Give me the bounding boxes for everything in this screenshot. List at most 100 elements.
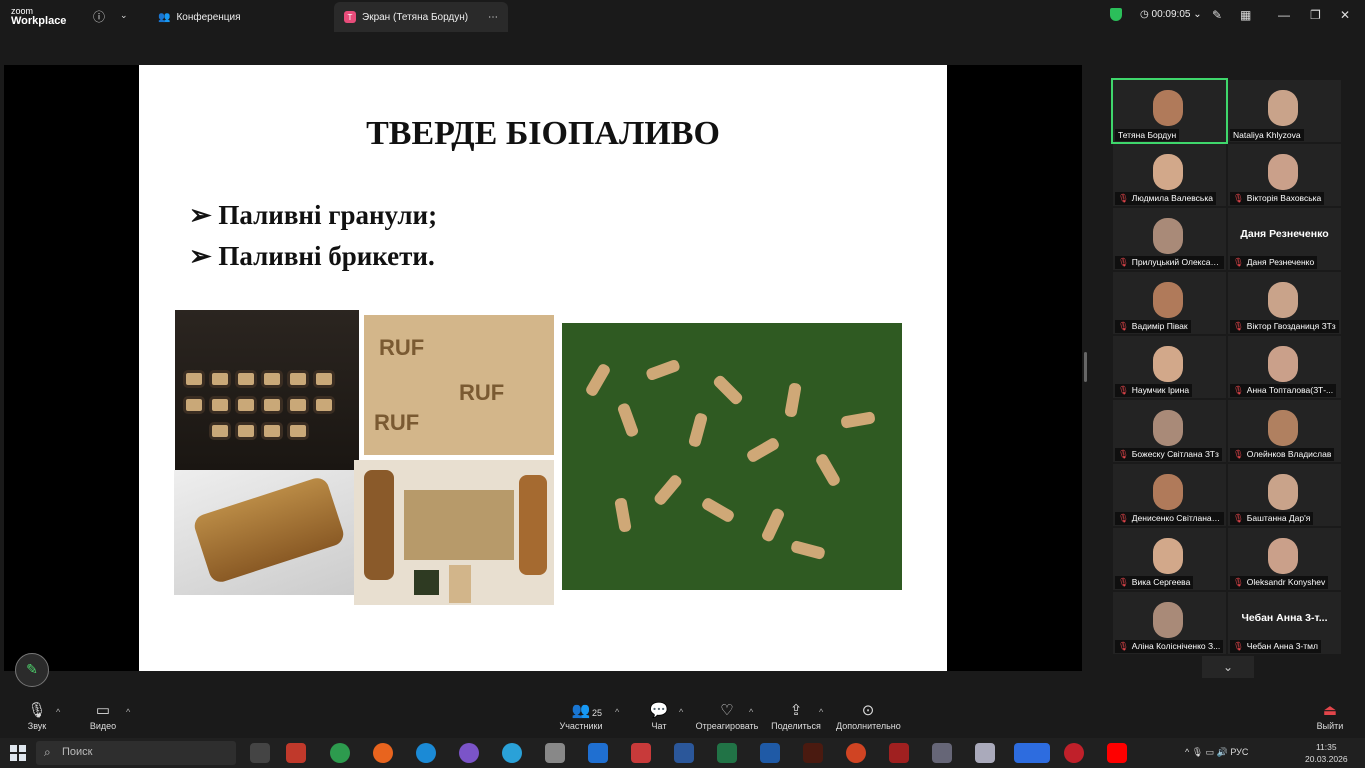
participant-name: Баштанна Дар'я bbox=[1246, 513, 1311, 523]
tab-conference[interactable]: 👥 Конференция bbox=[148, 2, 251, 32]
video-button[interactable]: ▭ Видео bbox=[88, 701, 118, 731]
participant-tile[interactable]: 🎙 Денисенко Світлана ... bbox=[1113, 464, 1226, 526]
telegram-icon[interactable] bbox=[502, 743, 522, 763]
participant-video bbox=[1153, 154, 1183, 190]
tab-screen-label: Экран (Тетяна Бордун) bbox=[362, 11, 469, 23]
taskbar-clock[interactable]: 11:35 20.03.2026 bbox=[1305, 741, 1348, 765]
visio-icon[interactable] bbox=[760, 743, 780, 763]
participant-video bbox=[1268, 474, 1298, 510]
share-button[interactable]: ⇪ Поделиться bbox=[770, 701, 822, 731]
scroll-down-chevron-icon[interactable]: ⌄ bbox=[1202, 656, 1254, 678]
participant-video bbox=[1153, 538, 1183, 574]
pencil-icon[interactable]: ✎ bbox=[1212, 8, 1222, 22]
windows-start-icon[interactable] bbox=[10, 745, 26, 761]
participant-tile[interactable]: Nataliya Khlyzova bbox=[1228, 80, 1341, 142]
participant-name: Анна Топталова(ЗТ-... bbox=[1246, 385, 1334, 395]
participant-tile[interactable]: 🎙 Вадимір Півак bbox=[1113, 272, 1226, 334]
app-icon-2[interactable] bbox=[889, 743, 909, 763]
minimize-icon[interactable]: — bbox=[1278, 8, 1290, 22]
task-view-icon[interactable] bbox=[250, 743, 270, 763]
participant-video bbox=[1268, 538, 1298, 574]
participant-tile[interactable]: 🎙 Людмила Валевська bbox=[1113, 144, 1226, 206]
participant-tile[interactable]: 🎙 Олейнков Владислав bbox=[1228, 400, 1341, 462]
chrome-icon[interactable] bbox=[330, 743, 350, 763]
muted-mic-icon: 🎙 bbox=[1233, 321, 1244, 331]
chevron-down-icon[interactable]: ⌄ bbox=[120, 10, 128, 21]
excel-icon[interactable] bbox=[717, 743, 737, 763]
meeting-toolbar: 🎙 Звук ^ ▭ Видео ^ 👥 Участники ^ 💬 Чат ^ ♡ От… bbox=[0, 697, 1365, 738]
youtube-icon[interactable] bbox=[1107, 743, 1127, 763]
more-button[interactable]: ⊙ Дополнительно bbox=[836, 701, 901, 731]
participant-tile[interactable]: 🎙 Баштанна Дар'я bbox=[1228, 464, 1341, 526]
edge-icon[interactable] bbox=[416, 743, 436, 763]
close-icon[interactable]: ✕ bbox=[1340, 8, 1350, 22]
participant-tile[interactable]: 🎙 Віктор Гвозданиця ЗТз bbox=[1228, 272, 1341, 334]
audio-button[interactable]: 🎙 Звук bbox=[26, 701, 48, 731]
app-icon-1[interactable] bbox=[286, 743, 306, 763]
ruf-stamp-3: RUF bbox=[374, 410, 420, 435]
participant-tile[interactable]: 🎙 Божеску Світлана ЗТз bbox=[1113, 400, 1226, 462]
powerpoint-icon[interactable] bbox=[846, 743, 866, 763]
participant-tile[interactable]: Даня Резнеченко 🎙 Даня Резнеченко bbox=[1228, 208, 1341, 270]
calculator-icon[interactable] bbox=[545, 743, 565, 763]
muted-mic-icon: 🎙 bbox=[1118, 449, 1129, 459]
maximize-icon[interactable]: ❐ bbox=[1310, 8, 1321, 22]
react-options-caret-icon[interactable]: ^ bbox=[749, 707, 753, 717]
word-icon[interactable] bbox=[674, 743, 694, 763]
info-icon[interactable]: ⓘ bbox=[93, 8, 105, 25]
participant-name: Людмила Валевська bbox=[1131, 193, 1213, 203]
zoom-taskbar-icon[interactable] bbox=[1014, 743, 1050, 763]
viber-icon[interactable] bbox=[459, 743, 479, 763]
zoom-logo: zoom Workplace bbox=[11, 6, 66, 27]
participant-video bbox=[1153, 282, 1183, 318]
layout-icon[interactable]: ▦ bbox=[1240, 8, 1251, 22]
panel-resize-handle[interactable] bbox=[1084, 352, 1087, 382]
participant-tile[interactable]: 🎙 Вікторія Ваховська bbox=[1228, 144, 1341, 206]
participant-tile[interactable]: 🎙 Прилуцький Олексан... bbox=[1113, 208, 1226, 270]
participant-tile[interactable]: 🎙 Вика Сергеева bbox=[1113, 528, 1226, 590]
participant-name-label: 🎙 Вікторія Ваховська bbox=[1230, 192, 1325, 205]
tab-conference-label: Конференция bbox=[176, 11, 241, 23]
scanner-icon[interactable] bbox=[932, 743, 952, 763]
search-icon: ⌕ bbox=[44, 745, 51, 759]
title-bar: zoom Workplace ⓘ ⌄ 👥 Конференция T Экран… bbox=[0, 0, 1365, 32]
app-icon-3[interactable] bbox=[975, 743, 995, 763]
share-options-caret-icon[interactable]: ^ bbox=[819, 707, 823, 717]
chat-button[interactable]: 💬 Чат bbox=[648, 701, 670, 731]
participant-tile[interactable]: 🎙 Наумчик Ірина bbox=[1113, 336, 1226, 398]
leave-label: Выйти bbox=[1316, 721, 1344, 731]
leave-button[interactable]: ⏏ Выйти bbox=[1316, 701, 1344, 731]
participant-name-label: 🎙 Людмила Валевська bbox=[1115, 192, 1216, 205]
participant-tile[interactable]: Чебан Анна 3-т... 🎙 Чебан Анна 3-тмл bbox=[1228, 592, 1341, 654]
participant-tile[interactable]: 🎙 Анна Топталова(ЗТ-... bbox=[1228, 336, 1341, 398]
participants-label: Участники bbox=[559, 721, 603, 731]
participants-options-caret-icon[interactable]: ^ bbox=[615, 707, 619, 717]
security-shield-icon[interactable] bbox=[1110, 8, 1122, 21]
participant-video bbox=[1153, 346, 1183, 382]
audio-options-caret-icon[interactable]: ^ bbox=[56, 707, 60, 717]
meeting-timer[interactable]: ◷ 00:09:05 ⌄ bbox=[1140, 9, 1202, 20]
calendar-icon[interactable] bbox=[588, 743, 608, 763]
annotate-pencil-button[interactable]: ✎ bbox=[15, 653, 49, 687]
participant-name-label: 🎙 Аліна Колісніченко З... bbox=[1115, 640, 1224, 653]
pdf-icon[interactable] bbox=[631, 743, 651, 763]
more-icon[interactable]: ⋯ bbox=[488, 12, 498, 23]
participant-name-label: 🎙 Прилуцький Олексан... bbox=[1115, 256, 1224, 269]
participant-tile[interactable]: 🎙 Oleksandr Konyshev bbox=[1228, 528, 1341, 590]
firefox-icon[interactable] bbox=[373, 743, 393, 763]
participant-tile[interactable]: Тетяна Бордун bbox=[1111, 78, 1228, 144]
participant-video bbox=[1153, 90, 1183, 126]
system-tray[interactable]: ^ 🎙 ▭ 🔊 РУС bbox=[1185, 747, 1248, 758]
app-icon-4[interactable] bbox=[1064, 743, 1084, 763]
chat-options-caret-icon[interactable]: ^ bbox=[679, 707, 683, 717]
video-options-caret-icon[interactable]: ^ bbox=[126, 707, 130, 717]
more-label: Дополнительно bbox=[836, 721, 901, 731]
illustrator-icon[interactable] bbox=[803, 743, 823, 763]
taskbar-search-input[interactable]: ⌕ Поиск bbox=[36, 741, 236, 765]
tab-screen-share[interactable]: T Экран (Тетяна Бордун) ⋯ bbox=[334, 2, 508, 32]
participant-video bbox=[1268, 282, 1298, 318]
participant-name: Nataliya Khlyzova bbox=[1233, 130, 1301, 140]
language-indicator[interactable]: РУС bbox=[1230, 747, 1248, 757]
participant-video bbox=[1153, 218, 1183, 254]
participant-tile[interactable]: 🎙 Аліна Колісніченко З... bbox=[1113, 592, 1226, 654]
